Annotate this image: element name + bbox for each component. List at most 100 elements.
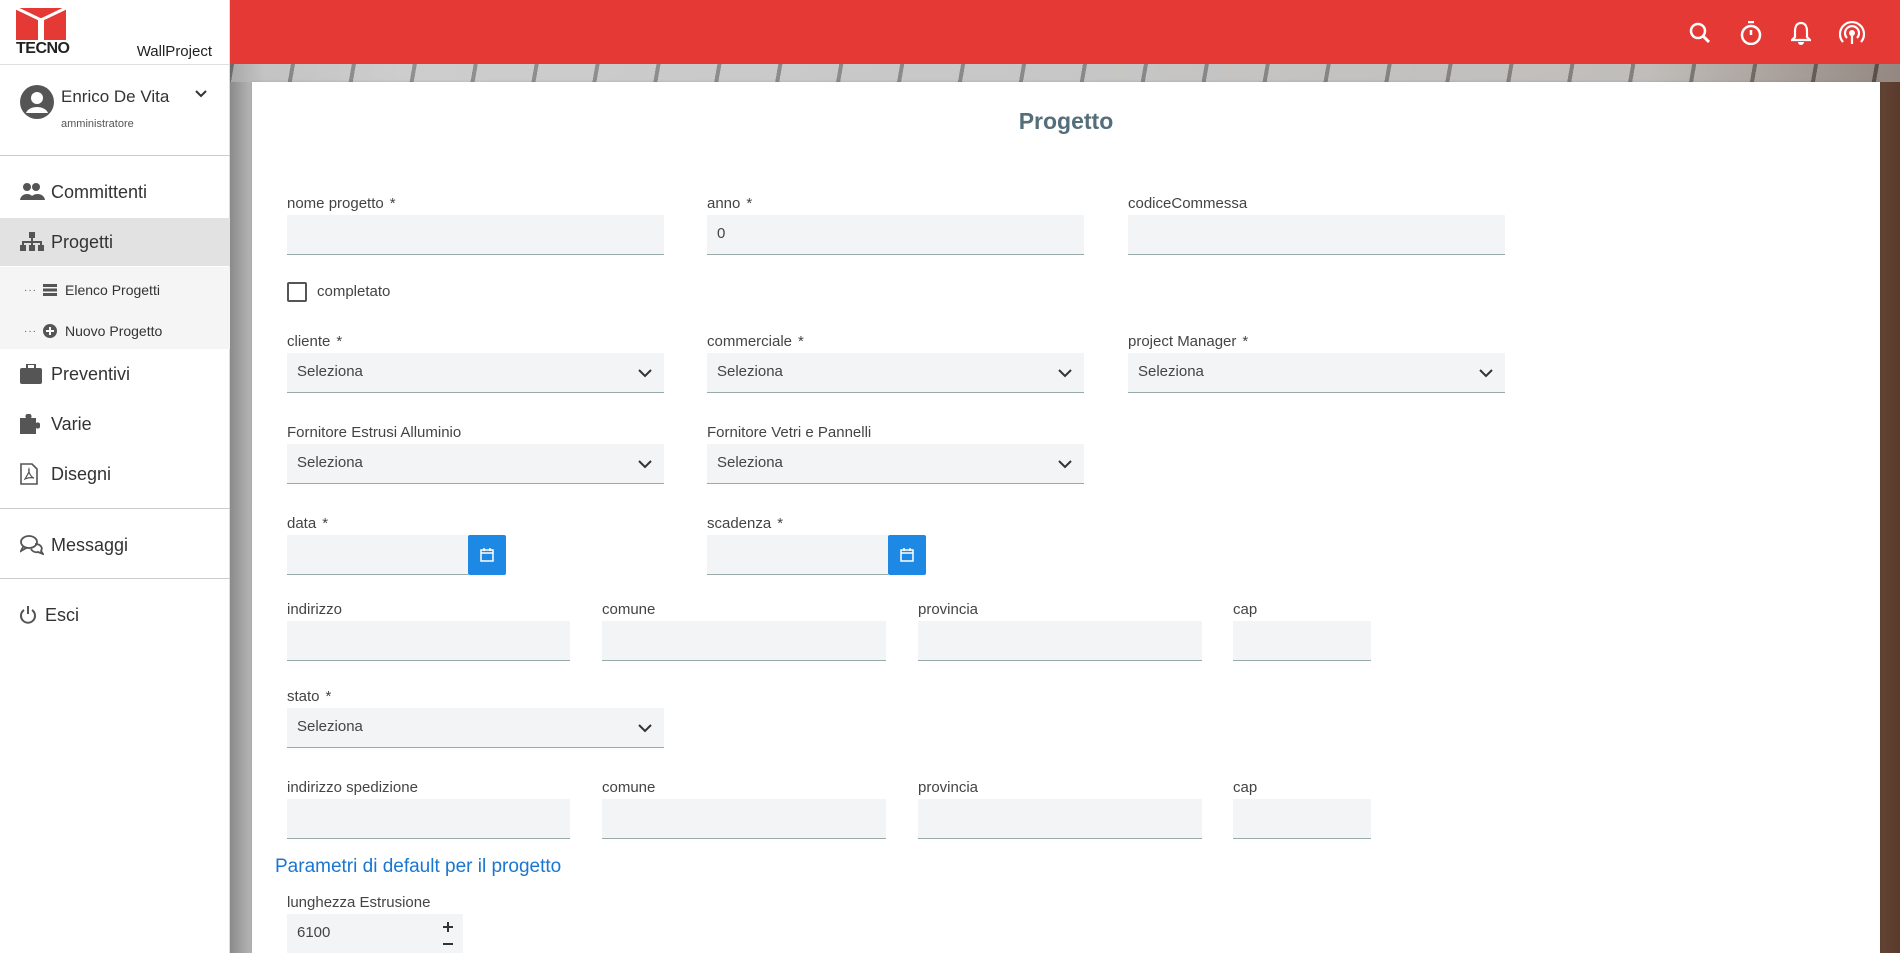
- chevron-down-icon: [1479, 369, 1493, 378]
- briefcase-icon: [20, 362, 46, 386]
- user-name: Enrico De Vita: [61, 87, 170, 106]
- cap-label: cap: [1233, 601, 1258, 618]
- anno-label: anno *: [707, 195, 753, 212]
- nav-preventivi[interactable]: Preventivi: [0, 350, 230, 398]
- plus-minus-icon[interactable]: [441, 916, 455, 952]
- lunghezza-estrusione-stepper[interactable]: 6100: [287, 914, 463, 953]
- stato-label: stato *: [287, 688, 332, 705]
- chevron-down-icon[interactable]: [194, 87, 208, 101]
- fornitore-estrusi-select[interactable]: Seleziona: [287, 444, 664, 484]
- indirizzo-spedizione-input[interactable]: [287, 799, 570, 839]
- fornitore-vetri-select[interactable]: Seleziona: [707, 444, 1084, 484]
- nav-esci-label: Esci: [45, 604, 80, 625]
- nav-preventivi-label: Preventivi: [51, 363, 131, 384]
- sidebar-divider: [0, 508, 230, 509]
- commerciale-label: commerciale *: [707, 333, 804, 350]
- comune-label: comune: [602, 601, 656, 618]
- user-avatar-icon: [20, 85, 54, 119]
- nav-esci[interactable]: Esci: [0, 591, 230, 639]
- cap-spedizione-input[interactable]: [1233, 799, 1371, 839]
- nav-disegni[interactable]: Disegni: [0, 450, 230, 498]
- indirizzo-spedizione-label: indirizzo spedizione: [287, 779, 418, 796]
- scadenza-label: scadenza *: [707, 515, 784, 532]
- nav-messaggi-label: Messaggi: [51, 534, 129, 555]
- nome-progetto-label: nome progetto *: [287, 195, 396, 212]
- sidebar-divider: [0, 578, 230, 579]
- provincia-spedizione-input[interactable]: [918, 799, 1202, 839]
- logo-word: TECNO: [16, 40, 70, 57]
- nav-varie[interactable]: Varie: [0, 400, 230, 448]
- calendar-icon: [900, 548, 914, 562]
- calendar-icon: [480, 548, 494, 562]
- chevron-down-icon: [1058, 369, 1072, 378]
- cap-spedizione-label: cap: [1233, 779, 1258, 796]
- codice-commessa-label: codiceCommessa: [1128, 195, 1248, 212]
- project-form-card: Progetto nome progetto * anno * 0 codiceCo…: [252, 82, 1880, 953]
- sitemap-icon: [20, 230, 46, 254]
- nav-committenti-label: Committenti: [51, 181, 148, 202]
- bell-icon[interactable]: [1788, 20, 1814, 46]
- completato-checkbox[interactable]: [287, 282, 307, 302]
- nav-nuovo-progetto[interactable]: ··· Nuovo Progetto: [0, 313, 230, 349]
- chevron-down-icon: [638, 369, 652, 378]
- data-calendar-button[interactable]: [468, 535, 506, 575]
- commerciale-select[interactable]: Seleziona: [707, 353, 1084, 393]
- codice-commessa-input[interactable]: [1128, 215, 1505, 255]
- broadcast-icon[interactable]: [1839, 20, 1865, 46]
- project-manager-label: project Manager *: [1128, 333, 1249, 350]
- comune-spedizione-input[interactable]: [602, 799, 886, 839]
- defaults-section-title: Parametri di default per il progetto: [275, 856, 562, 877]
- nav-committenti[interactable]: Committenti: [0, 168, 230, 216]
- scadenza-calendar-button[interactable]: [888, 535, 926, 575]
- comune-input[interactable]: [602, 621, 886, 661]
- nav-elenco-progetti-label: Elenco Progetti: [65, 282, 160, 298]
- lunghezza-estrusione-label: lunghezza Estrusione: [287, 894, 431, 911]
- power-icon: [20, 603, 40, 627]
- comune-spedizione-label: comune: [602, 779, 656, 796]
- cap-input[interactable]: [1233, 621, 1371, 661]
- anno-input[interactable]: 0: [707, 215, 1084, 255]
- cliente-label: cliente *: [287, 333, 343, 350]
- nav-progetti-label: Progetti: [51, 231, 114, 252]
- scadenza-input[interactable]: [707, 535, 888, 575]
- nav-progetti[interactable]: Progetti: [0, 218, 230, 266]
- top-bar: [230, 0, 1900, 64]
- sidebar: TECNO WallProject Enrico De Vita amminis…: [0, 0, 230, 953]
- indirizzo-label: indirizzo: [287, 601, 343, 618]
- search-icon[interactable]: [1687, 20, 1713, 46]
- timer-icon[interactable]: [1738, 20, 1764, 46]
- user-profile[interactable]: Enrico De Vita amministratore: [0, 64, 230, 156]
- nav-elenco-progetti[interactable]: ··· Elenco Progetti: [0, 272, 230, 308]
- fornitore-vetri-label: Fornitore Vetri e Pannelli: [707, 424, 872, 441]
- chevron-down-icon: [1058, 460, 1072, 469]
- project-manager-select[interactable]: Seleziona: [1128, 353, 1505, 393]
- nome-progetto-input[interactable]: [287, 215, 664, 255]
- brand: TECNO WallProject: [0, 0, 230, 64]
- chevron-down-icon: [638, 460, 652, 469]
- nav-nuovo-progetto-label: Nuovo Progetto: [65, 323, 163, 339]
- provincia-input[interactable]: [918, 621, 1202, 661]
- list-icon: [43, 282, 59, 298]
- background-decoration: [230, 64, 1900, 82]
- provincia-label: provincia: [918, 601, 979, 618]
- indirizzo-input[interactable]: [287, 621, 570, 661]
- nav-disegni-label: Disegni: [51, 463, 112, 484]
- nav-varie-label: Varie: [51, 413, 92, 434]
- page-title: Progetto: [1018, 108, 1114, 134]
- data-input[interactable]: [287, 535, 468, 575]
- stato-select[interactable]: Seleziona: [287, 708, 664, 748]
- file-pdf-icon: [20, 462, 46, 486]
- provincia-spedizione-label: provincia: [918, 779, 979, 796]
- puzzle-icon: [20, 412, 46, 436]
- users-icon: [20, 180, 46, 204]
- app-name: WallProject: [136, 43, 212, 60]
- completato-label: completato: [317, 283, 391, 300]
- plus-circle-icon: [43, 323, 59, 339]
- comments-icon: [20, 533, 46, 557]
- cliente-select[interactable]: Seleziona: [287, 353, 664, 393]
- fornitore-estrusi-label: Fornitore Estrusi Alluminio: [287, 424, 462, 441]
- nav-messaggi[interactable]: Messaggi: [0, 521, 230, 569]
- chevron-down-icon: [638, 724, 652, 733]
- data-label: data *: [287, 515, 329, 532]
- progetti-submenu: ··· Elenco Progetti ··· Nuovo Progetto: [0, 267, 230, 349]
